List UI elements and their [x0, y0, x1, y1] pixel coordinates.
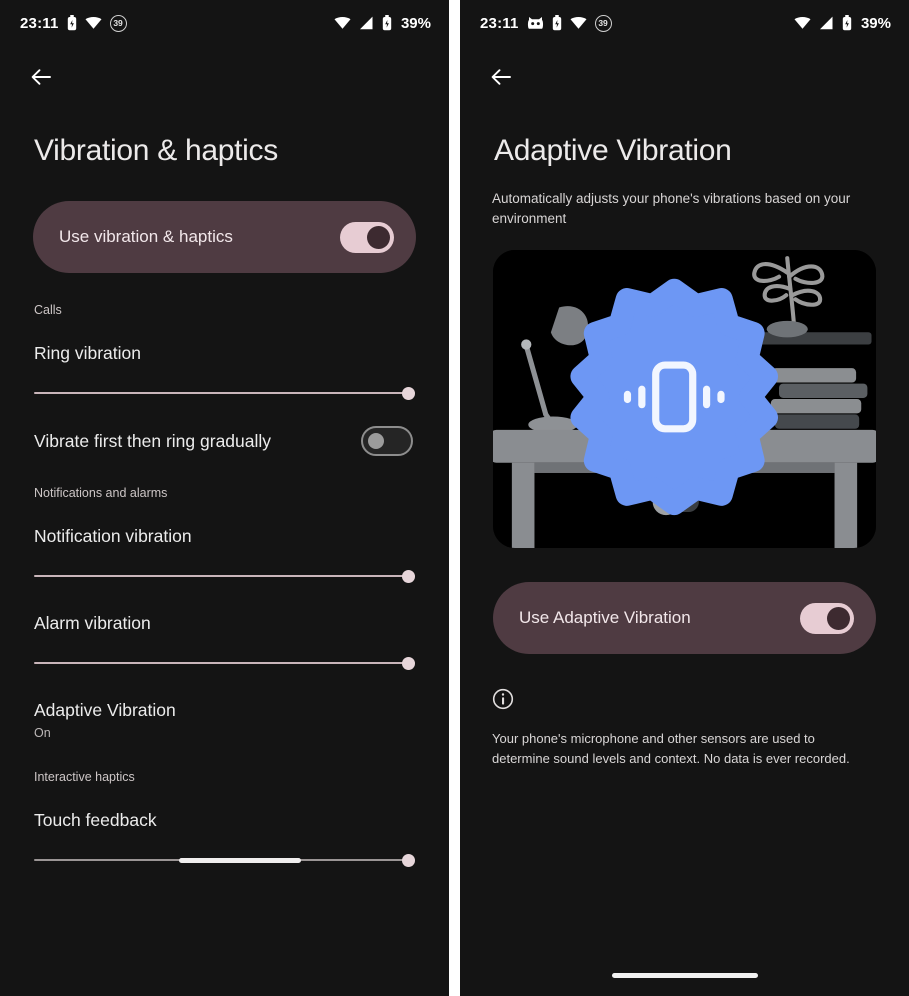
back-arrow-icon	[31, 69, 51, 85]
slider-thumb[interactable]	[402, 656, 415, 670]
left-content: Vibration & haptics Use vibration & hapt…	[0, 108, 449, 871]
adaptive-vibration-screen: 23:11 39 39% Adaptive Vibration Automati…	[460, 0, 909, 996]
cellular-signal-icon	[359, 16, 374, 30]
vibrate-first-then-ring-row[interactable]: Vibrate first then ring gradually	[20, 404, 429, 456]
use-adaptive-vibration-label: Use Adaptive Vibration	[519, 608, 691, 628]
slider-track	[34, 392, 415, 394]
privacy-note: Your phone's microphone and other sensor…	[492, 731, 850, 766]
vibration-haptics-screen: 23:11 39 39% Vibration & haptics Use vib…	[0, 0, 449, 996]
vibrate-first-then-ring-switch[interactable]	[361, 426, 413, 456]
app-bar-right	[460, 46, 909, 108]
vibrate-first-then-ring-label: Vibrate first then ring gradually	[34, 430, 272, 451]
slider-track	[34, 575, 415, 577]
alarm-vibration-slider[interactable]	[34, 652, 415, 674]
touch-feedback-slider[interactable]	[34, 849, 415, 871]
app-bar-left	[0, 46, 449, 108]
notification-vibration-label: Notification vibration	[34, 526, 192, 546]
battery-saver-icon	[67, 15, 77, 31]
section-header-notifications-alarms: Notifications and alarms	[34, 486, 168, 500]
slider-thumb[interactable]	[402, 386, 415, 400]
wifi-icon	[794, 16, 811, 30]
battery-percent: 39%	[860, 14, 891, 32]
back-button[interactable]	[484, 60, 518, 94]
section-header-interactive-haptics: Interactive haptics	[34, 770, 135, 784]
blue-starburst	[570, 278, 779, 516]
right-content: Adaptive Vibration Automatically adjusts…	[460, 108, 909, 768]
back-button[interactable]	[24, 60, 58, 94]
battery-saver-icon	[552, 15, 562, 31]
alarm-vibration-label: Alarm vibration	[34, 613, 151, 633]
info-circle-icon	[492, 688, 889, 715]
cellular-signal-icon	[819, 16, 834, 30]
status-bar-left-cluster: 23:11 39	[480, 14, 612, 32]
page-title: Vibration & haptics	[34, 134, 278, 167]
battery-icon	[842, 15, 852, 31]
slider-thumb[interactable]	[402, 569, 415, 583]
status-bar-left-cluster: 23:11 39	[20, 14, 127, 32]
battery-percent: 39%	[400, 14, 431, 32]
use-vibration-haptics-label: Use vibration & haptics	[59, 227, 233, 246]
switch-knob	[367, 225, 390, 249]
use-adaptive-vibration-card[interactable]: Use Adaptive Vibration	[493, 582, 876, 655]
touch-feedback-label: Touch feedback	[34, 810, 157, 830]
desk-with-vibrating-phone-illustration	[493, 250, 876, 549]
notification-vibration-slider[interactable]	[34, 565, 415, 587]
battery-icon	[382, 15, 392, 31]
status-bar-right-cluster: 39%	[794, 15, 891, 32]
section-header-calls: Calls	[34, 303, 62, 317]
status-time: 23:11	[480, 14, 519, 32]
panel-divider	[449, 0, 460, 996]
gesture-home-bar[interactable]	[611, 973, 758, 978]
wifi-icon	[570, 16, 587, 30]
switch-knob	[368, 433, 384, 449]
page-description: Automatically adjusts your phone's vibra…	[492, 191, 851, 226]
use-vibration-haptics-switch[interactable]	[340, 221, 394, 253]
status-bar-right-cluster: 39%	[334, 15, 431, 32]
slider-track	[34, 662, 415, 664]
adaptive-vibration-status: On	[34, 726, 51, 740]
slider-filled-segment	[178, 857, 301, 863]
status-time: 23:11	[20, 14, 59, 32]
back-arrow-icon	[491, 69, 511, 85]
switch-knob	[827, 606, 850, 630]
plant-pot	[766, 321, 808, 338]
wifi-icon	[85, 16, 102, 30]
slider-thumb[interactable]	[402, 853, 415, 867]
use-adaptive-vibration-switch[interactable]	[800, 602, 854, 634]
wifi-icon	[334, 16, 351, 30]
status-bar-left: 23:11 39 39%	[0, 0, 449, 46]
use-vibration-haptics-card[interactable]: Use vibration & haptics	[33, 201, 416, 273]
ring-vibration-label: Ring vibration	[34, 343, 141, 363]
ring-vibration-slider[interactable]	[34, 382, 415, 404]
dual-screenshot-stage: 23:11 39 39% Vibration & haptics Use vib…	[0, 0, 909, 996]
page-title: Adaptive Vibration	[494, 134, 732, 167]
app-notification-icon	[527, 16, 544, 30]
adaptive-vibration-label[interactable]: Adaptive Vibration	[20, 674, 429, 721]
dnd-badge-icon: 39	[109, 14, 127, 32]
dnd-badge-icon: 39	[594, 14, 612, 32]
status-bar-right: 23:11 39 39%	[460, 0, 909, 46]
